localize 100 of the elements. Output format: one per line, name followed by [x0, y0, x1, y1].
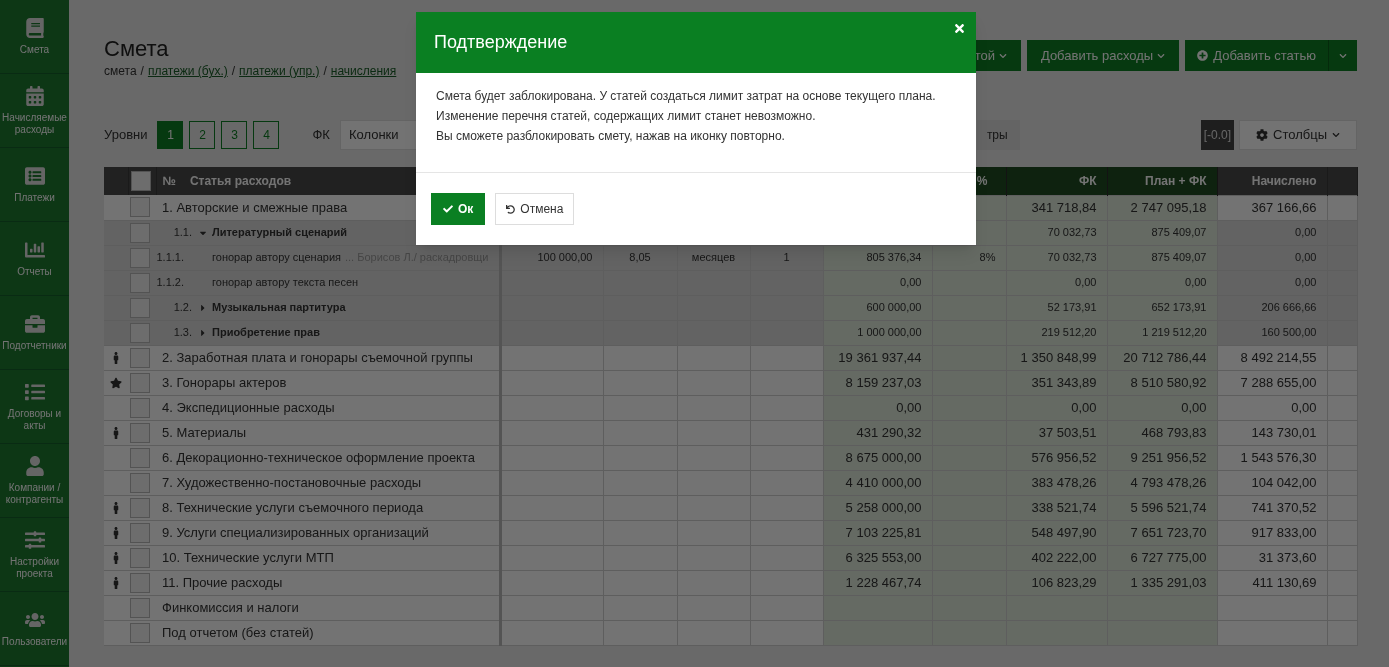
table-cell: 0,00: [823, 395, 932, 420]
breadcrumb-link[interactable]: платежи (упр.): [239, 62, 320, 80]
table-cell: 341 718,84: [1006, 195, 1107, 220]
chevron-down-icon: [998, 51, 1007, 60]
sidebar-label: Договоры и акты: [6, 407, 63, 432]
table-cell: 5 596 521,74: [1107, 495, 1217, 520]
column-header[interactable]: Статья расходов: [175, 174, 292, 188]
action-button[interactable]: Добавить расходы: [1026, 40, 1180, 71]
breadcrumb-separator: /: [323, 63, 327, 80]
sidebar-item[interactable]: Отчеты: [0, 222, 69, 296]
level-button[interactable]: 1: [157, 121, 184, 149]
table-cell: 5 258 000,00: [823, 495, 932, 520]
checkbox[interactable]: [130, 297, 150, 318]
table-cell: 7 651 723,70: [1107, 520, 1217, 545]
checkbox[interactable]: [130, 422, 150, 443]
table-cell: 1 335 291,03: [1107, 570, 1217, 595]
book-icon: [24, 17, 45, 38]
checkbox[interactable]: [130, 197, 150, 218]
checkbox[interactable]: [130, 247, 150, 268]
sidebar-item[interactable]: Смета: [0, 0, 69, 74]
list-icon: [24, 381, 45, 402]
table-cell: 741 370,52: [1217, 495, 1327, 520]
table-cell: 4 410 000,00: [823, 470, 932, 495]
table-cell: 805 376,34: [823, 245, 932, 270]
filter-button[interactable]: тры: [976, 120, 1020, 150]
table-cell: 4 793 478,26: [1107, 470, 1217, 495]
column-header: №: [161, 174, 176, 188]
table-cell: 0,00: [1107, 395, 1217, 420]
category-name: 2. Заработная плата и гонорары съемочной группы: [161, 349, 473, 365]
category-name: Финкомиссия и налоги: [161, 599, 299, 615]
checkbox[interactable]: [130, 522, 150, 543]
columns-button[interactable]: Столбцы: [1239, 120, 1357, 150]
dropdown-button[interactable]: [1329, 40, 1357, 71]
category-name: 10. Технические услуги МТП: [161, 549, 334, 565]
table-cell: 143 730,01: [1217, 420, 1327, 445]
table-cell: 19 361 937,44: [823, 345, 932, 370]
table-cell: 0,00: [823, 270, 932, 295]
category-name: 4. Экспедиционные расходы: [161, 399, 335, 415]
sidebar-item[interactable]: Компании / контрагенты: [0, 444, 69, 518]
table-cell: 351 343,89: [1006, 370, 1107, 395]
table-cell: 875 409,07: [1107, 245, 1217, 270]
table-cell: 6 325 553,00: [823, 545, 932, 570]
table-cell: 0,00: [1217, 270, 1327, 295]
calendar-icon: [24, 85, 45, 106]
level-button[interactable]: 3: [221, 121, 248, 149]
breadcrumb-separator: /: [231, 63, 236, 80]
sidebar-item[interactable]: Договоры и акты: [0, 370, 69, 444]
category-name: 7. Художественно-постановочные расходы: [161, 474, 422, 490]
checkbox[interactable]: [130, 347, 150, 368]
checkbox[interactable]: [130, 597, 150, 618]
table-cell: 70 032,73: [1006, 245, 1107, 270]
checkbox[interactable]: [130, 322, 150, 343]
table-cell: 7 103 225,81: [823, 520, 932, 545]
table-cell: 37 503,51: [1006, 420, 1107, 445]
table-cell: 431 290,32: [823, 420, 932, 445]
undo-icon: [506, 204, 516, 214]
row-number: 1.1.2.: [156, 275, 184, 291]
checkbox[interactable]: [130, 497, 150, 518]
checkbox[interactable]: [130, 372, 150, 393]
checkbox[interactable]: [130, 171, 151, 191]
ok-button[interactable]: Ок: [431, 193, 486, 225]
level-button[interactable]: 4: [253, 121, 280, 149]
checkbox[interactable]: [130, 472, 150, 493]
table-cell: 576 956,52: [1006, 445, 1107, 470]
table-cell: 8 675 000,00: [823, 445, 932, 470]
column-header[interactable]: Начислено: [1217, 167, 1327, 195]
item-name: Приобретение прав: [212, 325, 320, 341]
sidebar-item[interactable]: Настройки проекта: [0, 518, 69, 592]
close-button[interactable]: [953, 22, 966, 35]
row-number: 1.2.: [172, 300, 192, 316]
checkbox[interactable]: [130, 547, 150, 568]
cancel-button[interactable]: Отмена: [495, 193, 575, 225]
checkbox[interactable]: [130, 447, 150, 468]
breadcrumb-link[interactable]: начисления: [330, 62, 397, 80]
sidebar-label: Настройки проекта: [8, 555, 60, 580]
column-header[interactable]: План + ФК: [1107, 167, 1217, 195]
table-cell: 411 130,69: [1217, 570, 1327, 595]
checkbox[interactable]: [130, 272, 150, 293]
levels-label: Уровни: [104, 126, 148, 145]
level-button[interactable]: 2: [189, 121, 216, 149]
table-cell: 1 228 467,74: [823, 570, 932, 595]
sidebar-label: Отчеты: [17, 265, 52, 278]
checkbox[interactable]: [130, 222, 150, 243]
checkbox[interactable]: [130, 572, 150, 593]
sidebar-item[interactable]: Подотчетники: [0, 296, 69, 370]
item-name: гонорар автору сценария: [212, 250, 341, 266]
add-article-button[interactable]: Добавить статью: [1185, 40, 1329, 71]
table-cell: 206 666,66: [1217, 295, 1327, 320]
sidebar-item[interactable]: Начисляемые расходы: [0, 74, 69, 148]
table-cell: 8 510 580,92: [1107, 370, 1217, 395]
table-cell: 8 492 214,55: [1217, 345, 1327, 370]
sidebar-item[interactable]: Платежи: [0, 148, 69, 222]
checkbox[interactable]: [130, 397, 150, 418]
column-header[interactable]: ФК: [1006, 167, 1107, 195]
table-cell: 0,00: [1217, 395, 1327, 420]
breadcrumb-link[interactable]: платежи (бух.): [147, 62, 228, 80]
sidebar-item[interactable]: Пользователи: [0, 592, 69, 666]
checkbox[interactable]: [130, 622, 150, 643]
table-cell: 1 350 848,99: [1006, 345, 1107, 370]
chevron-down-icon: [1157, 51, 1166, 60]
